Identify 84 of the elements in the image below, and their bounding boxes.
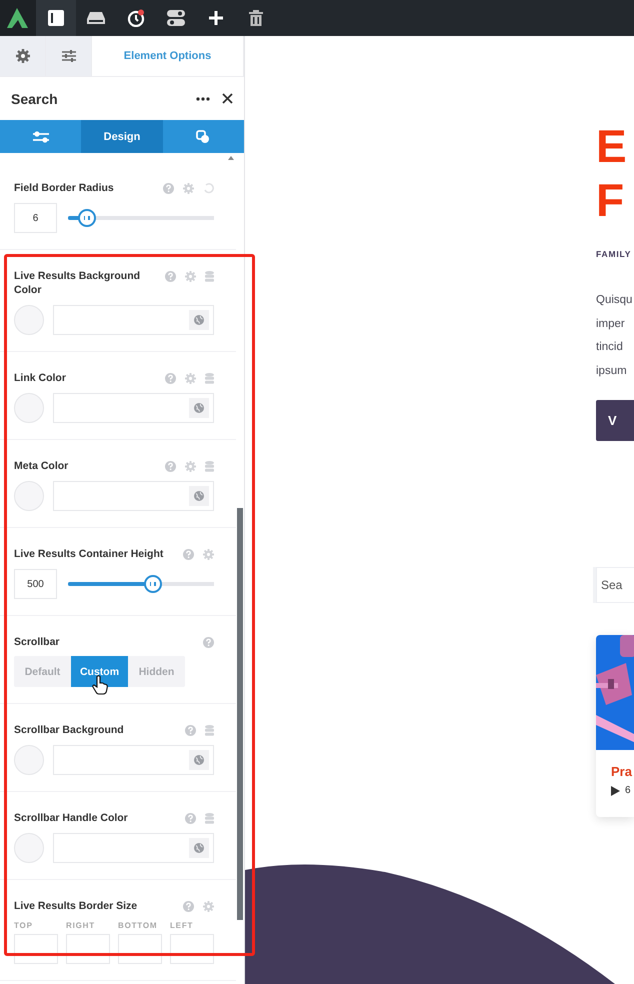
page-heading: F bbox=[596, 173, 626, 227]
number-input[interactable] bbox=[66, 934, 110, 964]
panel-tab[interactable]: Design bbox=[81, 120, 163, 153]
logo-icon[interactable] bbox=[0, 0, 36, 36]
control-label: Scrollbar Handle Color bbox=[14, 811, 129, 825]
help-icon[interactable] bbox=[165, 460, 176, 472]
control-label: Field Border Radius bbox=[14, 181, 115, 195]
scrollbar-thumb[interactable] bbox=[237, 508, 243, 920]
help-icon[interactable] bbox=[163, 182, 174, 194]
control-label: Live Results Container Height bbox=[14, 547, 164, 561]
color-swatch[interactable] bbox=[14, 833, 44, 863]
number-input[interactable]: 500 bbox=[14, 569, 57, 599]
result-card[interactable]: Pra 6 bbox=[596, 635, 634, 817]
settings-icon[interactable] bbox=[0, 36, 46, 76]
global-colors-button[interactable] bbox=[189, 310, 209, 330]
control-label: Live Results Background Color bbox=[14, 269, 142, 297]
help-icon[interactable] bbox=[165, 270, 176, 282]
help-icon[interactable] bbox=[165, 372, 176, 384]
globe-icon[interactable] bbox=[194, 403, 204, 413]
close-icon[interactable] bbox=[222, 93, 233, 104]
search-field[interactable]: Sea bbox=[596, 567, 634, 603]
more-icon[interactable] bbox=[196, 96, 210, 100]
database-icon[interactable] bbox=[205, 724, 214, 736]
color-swatch[interactable] bbox=[14, 481, 44, 511]
scroll-up-icon[interactable] bbox=[228, 156, 234, 160]
globe-icon[interactable] bbox=[194, 843, 204, 853]
side-label: TOP bbox=[14, 921, 34, 930]
color-swatch[interactable] bbox=[14, 305, 44, 335]
side-label: BOTTOM bbox=[118, 921, 158, 930]
panel-title: Search bbox=[11, 90, 59, 106]
number-input[interactable] bbox=[118, 934, 162, 964]
segment-option[interactable]: Custom bbox=[71, 656, 128, 687]
eyebrow-text: FAMILY bbox=[596, 249, 632, 259]
panel-tab[interactable]: Element Options bbox=[92, 36, 244, 76]
color-input[interactable] bbox=[53, 393, 214, 423]
control-label: Meta Color bbox=[14, 459, 70, 473]
number-input[interactable] bbox=[170, 934, 214, 964]
control-label: Live Results Border Size bbox=[14, 899, 138, 913]
color-input[interactable] bbox=[53, 833, 214, 863]
color-input[interactable] bbox=[53, 481, 214, 511]
global-colors-button[interactable] bbox=[189, 838, 209, 858]
global-colors-button[interactable] bbox=[189, 398, 209, 418]
sliders-icon[interactable] bbox=[46, 36, 92, 76]
database-icon[interactable] bbox=[205, 812, 214, 824]
shapes-icon[interactable] bbox=[196, 130, 210, 144]
help-icon[interactable] bbox=[203, 636, 214, 648]
number-input[interactable] bbox=[14, 934, 58, 964]
hand-cursor-icon bbox=[92, 675, 108, 695]
globe-icon[interactable] bbox=[194, 491, 204, 501]
panel-icon[interactable] bbox=[36, 0, 76, 36]
help-icon[interactable] bbox=[183, 548, 194, 560]
color-input[interactable] bbox=[53, 745, 214, 775]
globe-icon[interactable] bbox=[194, 755, 204, 765]
global-colors-button[interactable] bbox=[189, 486, 209, 506]
database-icon[interactable] bbox=[205, 372, 214, 384]
control-label: Scrollbar bbox=[14, 635, 61, 649]
color-swatch[interactable] bbox=[14, 393, 44, 423]
card-title[interactable]: Pra bbox=[611, 764, 634, 779]
paragraph-line: tincid bbox=[596, 340, 624, 355]
control-label: Link Color bbox=[14, 371, 67, 385]
slider-handle[interactable] bbox=[78, 209, 96, 227]
control-label: Scrollbar Background bbox=[14, 723, 125, 737]
slider-handle[interactable] bbox=[144, 575, 162, 593]
card-meta: 6 bbox=[625, 785, 631, 796]
play-icon bbox=[611, 786, 620, 796]
paragraph-line: Quisqu bbox=[596, 293, 634, 308]
side-label: RIGHT bbox=[66, 921, 96, 930]
sliders-icon[interactable] bbox=[32, 130, 49, 142]
number-input[interactable]: 6 bbox=[14, 203, 57, 233]
paragraph-line: ipsum bbox=[596, 364, 628, 378]
help-icon[interactable] bbox=[183, 900, 194, 912]
help-icon[interactable] bbox=[185, 812, 196, 824]
cta-button[interactable]: V bbox=[596, 400, 634, 441]
database-icon[interactable] bbox=[205, 270, 214, 282]
color-input[interactable] bbox=[53, 305, 214, 335]
database-icon[interactable] bbox=[205, 460, 214, 472]
global-colors-button[interactable] bbox=[189, 750, 209, 770]
reset-icon[interactable] bbox=[203, 182, 214, 194]
help-icon[interactable] bbox=[185, 724, 196, 736]
color-swatch[interactable] bbox=[14, 745, 44, 775]
paragraph-line: imper bbox=[596, 316, 626, 332]
side-label: LEFT bbox=[170, 921, 194, 930]
globe-icon[interactable] bbox=[194, 315, 204, 325]
page-heading: E bbox=[596, 119, 628, 173]
